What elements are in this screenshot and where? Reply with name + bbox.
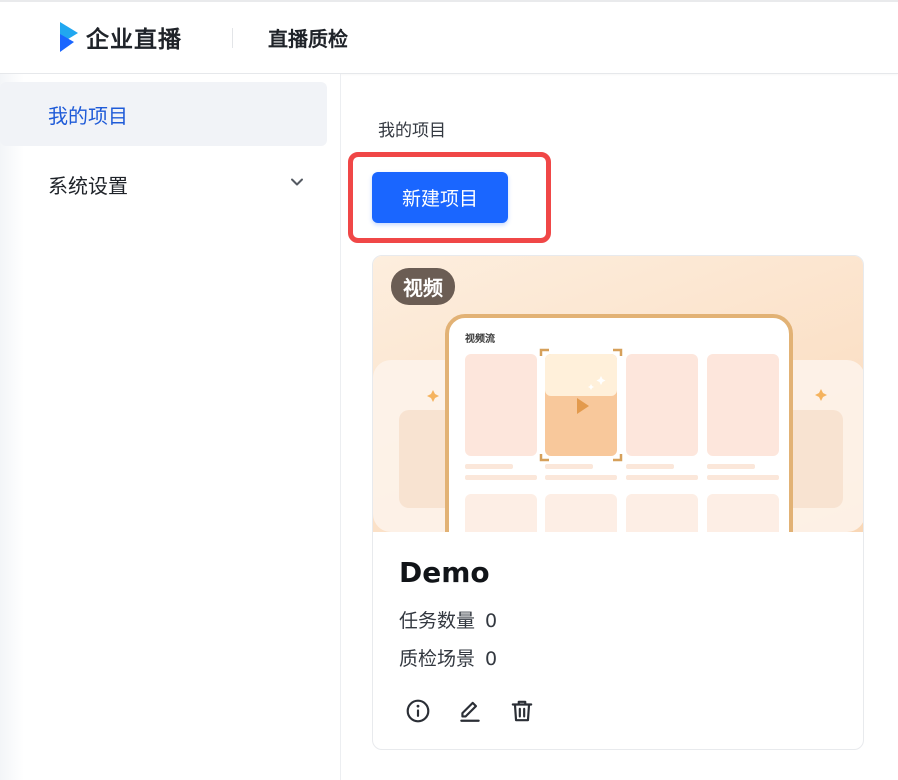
sidebar-item-my-projects[interactable]: 我的项目 — [0, 82, 327, 146]
new-project-button[interactable]: 新建项目 — [372, 172, 508, 223]
scene-count: 质检场景 0 — [399, 644, 497, 671]
sidebar: 我的项目 系统设置 — [0, 74, 341, 780]
card-actions — [403, 696, 537, 726]
header-top-edge — [0, 0, 898, 2]
chevron-down-icon — [291, 178, 303, 186]
card-cover: 视频流 视频 — [373, 256, 863, 532]
main-content: 我的项目 新建项目 视频流 视频 Demo 任务数量 0 质检场景 0 — [342, 74, 898, 780]
play-logo-icon — [60, 22, 78, 52]
sidebar-item-system-settings[interactable]: 系统设置 — [0, 152, 327, 216]
edit-button[interactable] — [455, 696, 485, 726]
scene-count-label: 质检场景 — [399, 648, 476, 670]
breadcrumb: 我的项目 — [378, 121, 446, 141]
header-divider — [232, 28, 233, 48]
cover-caption: 视频流 — [465, 332, 495, 345]
task-count: 任务数量 0 — [399, 606, 497, 633]
brand-name: 企业直播 — [86, 27, 182, 53]
page-title: 直播质检 — [268, 27, 348, 51]
sidebar-item-label: 我的项目 — [48, 103, 128, 128]
project-card[interactable]: 视频流 视频 Demo 任务数量 0 质检场景 0 — [372, 255, 864, 750]
info-icon — [406, 699, 430, 723]
top-header: 企业直播 直播质检 — [0, 0, 898, 74]
delete-button[interactable] — [507, 696, 537, 726]
card-type-badge: 视频 — [391, 268, 455, 305]
delete-icon — [511, 700, 533, 722]
task-count-label: 任务数量 — [399, 610, 476, 632]
scene-count-value: 0 — [485, 648, 498, 670]
card-title: Demo — [399, 556, 490, 589]
sidebar-item-label: 系统设置 — [48, 173, 128, 198]
info-button[interactable] — [403, 696, 433, 726]
brand-logo[interactable]: 企业直播 — [58, 20, 182, 54]
edit-icon — [460, 701, 480, 722]
task-count-value: 0 — [485, 610, 498, 632]
